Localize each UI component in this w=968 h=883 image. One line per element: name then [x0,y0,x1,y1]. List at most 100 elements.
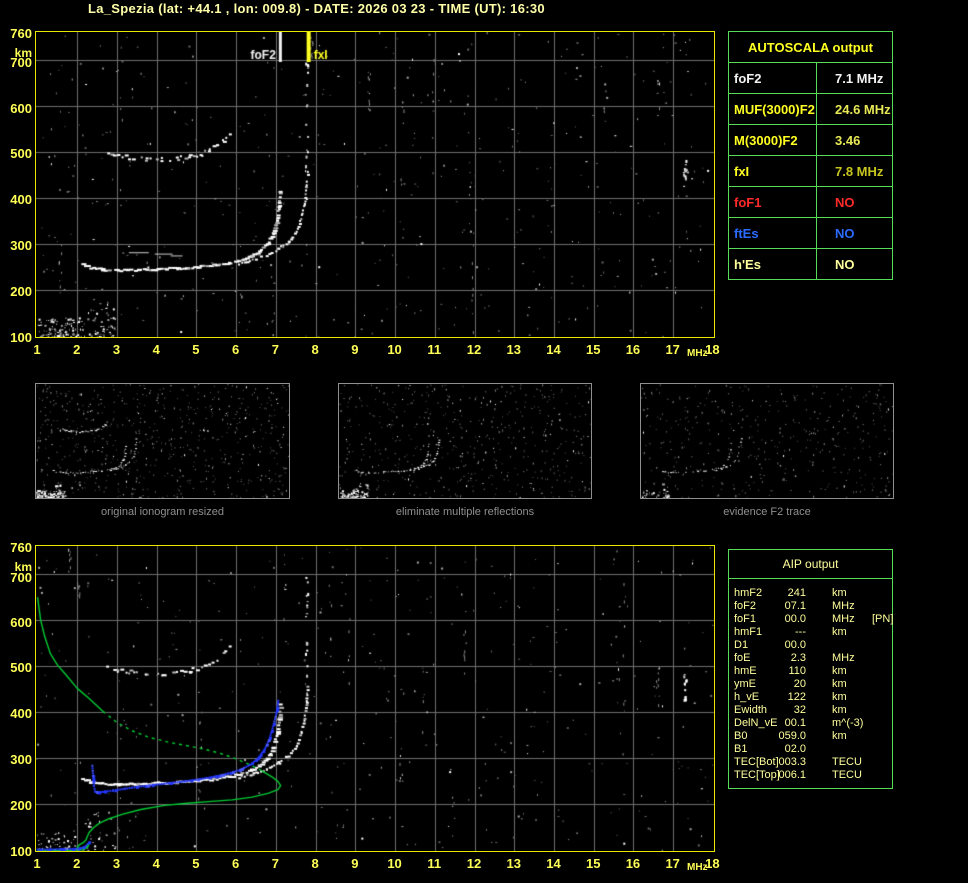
x-axis-tick-profile: 5 [192,856,200,871]
aip-row-unit: MHz [832,652,855,664]
aip-row-extra [862,678,892,691]
aip-row-value: 32 [793,704,806,716]
aip-row-hmF1: hmF1 --- km [734,626,892,639]
aip-row-value: 003.3 [778,756,806,768]
x-axis-tick-main: 4 [152,342,160,357]
x-axis-tick-main: 16 [625,342,641,357]
autoscala-row-value: NO [835,256,855,272]
x-axis-tick-main: 6 [232,342,240,357]
aip-row-value: 02.0 [784,743,806,755]
aip-row-label: h_vE [734,691,760,703]
aip-row-value: 122 [787,691,806,703]
aip-row-label: D1 [734,639,749,651]
thumbnail-canvas-evidence [641,384,893,498]
x-axis-tick-main: 7 [271,342,279,357]
aip-row-label: foF1 [734,613,757,625]
thumbnail-caption-original: original ionogram resized [101,506,224,518]
thumbnail-caption-eliminate: eliminate multiple reflections [395,506,535,518]
aip-row-extra [862,730,892,743]
autoscala-row-value: 7.1 MHz [835,70,884,86]
autoscala-row-label: MUF(3000)F2 [729,94,817,124]
aip-row-value: 006.1 [778,769,806,781]
aip-row-value: --- [795,626,806,638]
aip-row-unit [806,743,862,756]
aip-row-unit: m^(-3) [832,717,864,729]
aip-row-extra [862,587,892,600]
x-axis-tick-main: 8 [311,342,319,357]
aip-table-rows: hmF2 241 km foF2 07.1 MHz foF1 00.0 MHz [PN] hmF1 -… [729,579,894,782]
aip-row-unit: TECU [832,756,862,768]
x-axis-tick-profile: 8 [311,856,319,871]
x-axis-tick-profile: 1 [33,856,41,871]
aip-row-label: foE [734,652,751,664]
autoscala-row-value: NO [835,194,855,210]
autoscala-row-label: foF2 [729,63,817,93]
y-axis-unit-profile: km [14,560,32,574]
aip-row-unit: km [832,678,847,690]
y-axis-tick-main: 600 [10,101,32,116]
aip-row-hvE: h_vE 122 km [734,691,892,704]
ionogram-plot-profile [35,545,715,852]
aip-row-label: DelN_vE [734,717,778,729]
x-axis-tick-profile: 4 [152,856,160,871]
x-axis-tick-profile: 13 [506,856,521,871]
x-axis-tick-profile: 16 [625,856,641,871]
aip-row-extra [862,665,892,678]
aip-row-label: Ewidth [734,704,768,716]
x-axis-tick-profile: 10 [387,856,402,871]
autoscala-row-label: ftEs [729,218,817,248]
autoscala-row-MUF3000F2: MUF(3000)F2 24.6 MHz [729,94,892,125]
autoscala-row-value: 24.6 MHz [835,101,891,117]
autoscala-row-label: h'Es [729,249,817,279]
x-axis-tick-main: 13 [506,342,521,357]
aip-row-value: 2.3 [790,652,806,664]
x-axis-tick-profile: 6 [232,856,240,871]
x-axis-tick-main: 15 [585,342,601,357]
autoscala-row-M3000F2: M(3000)F2 3.46 [729,125,892,156]
aip-row-label: hmF1 [734,626,763,638]
y-axis-unit-main: km [14,46,32,60]
aip-row-extra [862,652,892,665]
aip-row-value: 110 [788,665,806,677]
autoscala-row-label: foF1 [729,187,817,217]
aip-row-extra [862,691,892,704]
aip-row-extra [862,769,892,782]
x-axis-unit-profile: MHz [687,862,708,873]
aip-row-hmF2: hmF2 241 km [734,587,892,600]
aip-row-label: ymE [734,678,756,690]
aip-row-B1: B1 02.0 [734,743,892,756]
aip-row-value: 07.1 [784,600,806,612]
station-date-header: La_Spezia (lat: +44.1 , lon: 009.8) - DA… [88,1,545,16]
autoscala-row-hEs: h'Es NO [729,249,892,279]
aip-row-Ewidth: Ewidth 32 km [734,704,892,717]
aip-row-extra [862,626,892,639]
autoscala-row-ftEs: ftEs NO [729,218,892,249]
aip-row-label: foF2 [734,600,757,612]
x-axis-tick-profile: 2 [73,856,81,871]
x-axis-tick-main: 3 [112,342,121,357]
y-axis-tick-profile: 300 [10,752,32,767]
autoscala-row-label: M(3000)F2 [729,125,817,155]
y-axis-tick-main: 300 [10,238,32,253]
aip-row-extra: [PN] [872,613,894,625]
autoscala-row-value: 7.8 MHz [835,163,884,179]
aip-row-unit: km [832,626,847,638]
thumbnail-canvas-original [36,384,289,498]
y-axis-tick-profile: 600 [10,615,32,630]
x-axis-tick-profile: 17 [665,856,680,871]
aip-row-extra [862,639,892,652]
autoscala-app-window: La_Spezia (lat: +44.1 , lon: 009.8) - DA… [0,0,968,883]
x-axis-tick-main: 17 [665,342,680,357]
x-axis-tick-profile: 3 [112,856,121,871]
y-axis-tick-profile: 200 [10,798,32,813]
ionogram-plot-main [35,31,715,338]
aip-row-unit: km [832,704,847,716]
aip-row-extra [862,743,892,756]
aip-row-unit: km [832,730,847,742]
y-axis-tick-profile: 500 [10,660,32,675]
aip-row-extra [862,756,892,769]
autoscala-row-fxI: fxI 7.8 MHz [729,156,892,187]
aip-row-value: 20 [793,678,806,690]
x-axis-tick-main: 1 [33,342,41,357]
autoscala-table-rows: foF2 7.1 MHz MUF(3000)F2 24.6 MHz M(3000)F2 3… [729,63,892,279]
